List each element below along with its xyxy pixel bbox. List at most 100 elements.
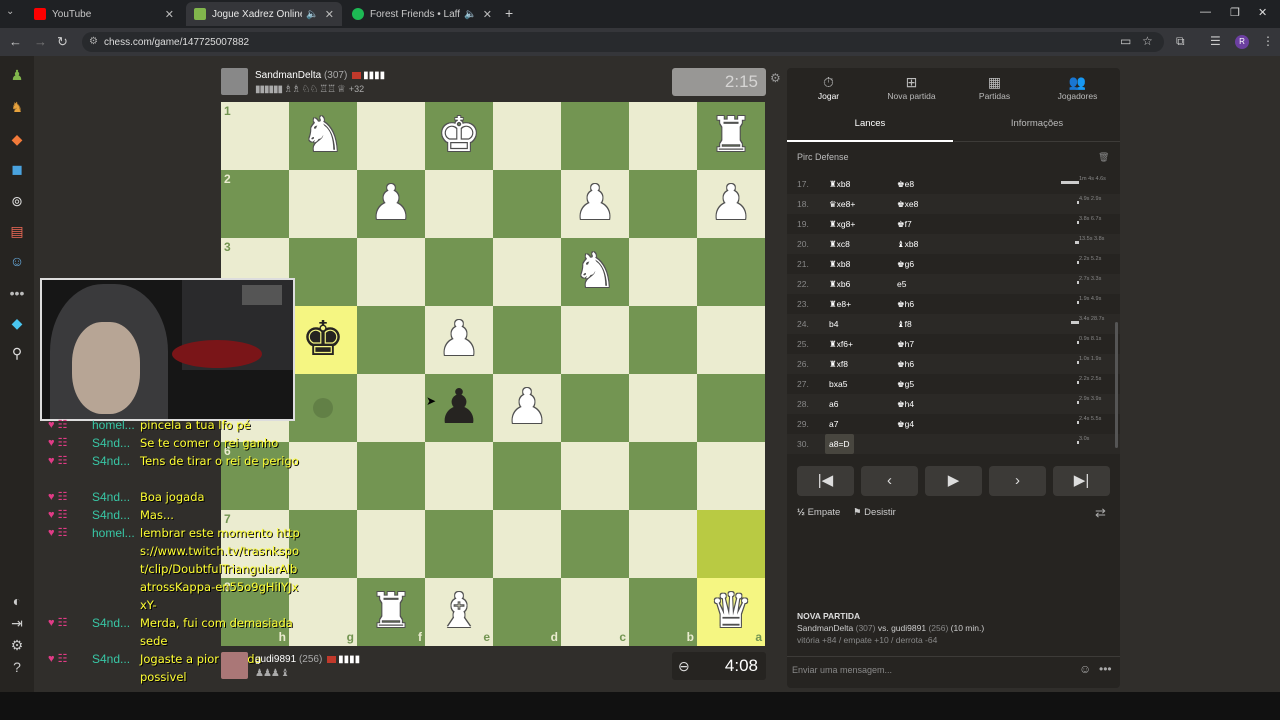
news-icon[interactable]: ▤	[8, 222, 26, 240]
player-name[interactable]: SandmanDelta (307) ▮▮▮▮	[255, 70, 385, 81]
white-move[interactable]: ♜xc8	[829, 234, 850, 254]
white-move[interactable]: ♜xb8	[829, 254, 850, 274]
move-list[interactable]: 17. ♜xb8 ♚e8 1m 4s 4.6s 18. ♛xe8+ ♚xe8 4.9s 2.9…	[787, 174, 1120, 456]
board-square[interactable]	[629, 442, 697, 510]
board-square[interactable]: ♟	[493, 374, 561, 442]
board-square[interactable]	[561, 306, 629, 374]
board-square[interactable]	[289, 238, 357, 306]
reload-button[interactable]: ↻	[57, 34, 68, 50]
black-move[interactable]: ♝f8	[897, 314, 912, 334]
white-pawn-piece[interactable]: ♟	[573, 177, 616, 230]
theme-toggle-icon[interactable]: ◐	[8, 592, 26, 610]
profile-avatar[interactable]: R	[1235, 35, 1249, 49]
draw-button[interactable]: ½ Empate	[797, 507, 840, 518]
black-move[interactable]: ♚g5	[897, 374, 914, 394]
white-pawn-piece[interactable]: ♟	[709, 177, 752, 230]
close-icon[interactable]: ✕	[483, 8, 492, 21]
white-rook-piece[interactable]: ♜	[369, 585, 412, 638]
puzzle-icon[interactable]: ♞	[8, 98, 26, 116]
board-square[interactable]: e ♝	[425, 578, 493, 646]
black-move[interactable]: ♚f7	[897, 214, 912, 234]
board-square[interactable]	[697, 442, 765, 510]
board-square[interactable]	[561, 102, 629, 170]
board-square[interactable]	[697, 374, 765, 442]
board-square[interactable]	[561, 374, 629, 442]
first-move-button[interactable]: |◀	[797, 466, 854, 496]
white-move[interactable]: b4	[829, 314, 838, 334]
board-square[interactable]	[493, 102, 561, 170]
board-square[interactable]	[493, 170, 561, 238]
nav-play[interactable]: ⏱ Jogar	[787, 68, 870, 106]
player-name[interactable]: gudi9891 (256) ▮▮▮▮	[255, 654, 360, 665]
chess-logo-icon[interactable]: ♟	[8, 66, 26, 84]
board-square[interactable]: ♜	[697, 102, 765, 170]
reading-list-icon[interactable]: ☰	[1210, 34, 1221, 48]
chess-board[interactable]: 1♞♚♜2♟♟♟3♞4♚♟5♟♟678hgf♜e♝dcba♛	[221, 102, 765, 646]
black-move[interactable]: ♚g6	[897, 254, 914, 274]
board-square[interactable]: f ♜	[357, 578, 425, 646]
window-close-button[interactable]: ✕	[1258, 6, 1267, 19]
emoji-icon[interactable]: ☺	[1079, 662, 1091, 676]
tab-search-icon[interactable]: ⌄	[6, 6, 14, 17]
board-square[interactable]	[357, 306, 425, 374]
board-square[interactable]	[425, 170, 493, 238]
white-move[interactable]: a7	[829, 414, 838, 434]
settings-gear-icon[interactable]: ⚙	[8, 636, 26, 654]
binoculars-icon[interactable]: ⊚	[8, 192, 26, 210]
new-tab-button[interactable]: +	[505, 5, 513, 21]
extensions-icon[interactable]: ⧉	[1176, 34, 1185, 49]
resign-button[interactable]: ⚑ Desistir	[853, 507, 896, 518]
back-button[interactable]: ←	[9, 34, 22, 49]
white-move[interactable]: ♜e8+	[829, 294, 851, 314]
previous-move-button[interactable]: ‹	[861, 466, 918, 496]
white-pawn-piece[interactable]: ♟	[505, 381, 548, 434]
board-square[interactable]	[357, 102, 425, 170]
black-move[interactable]: ♚h4	[897, 394, 914, 414]
speaker-icon[interactable]: 🔈	[306, 9, 318, 20]
board-square[interactable]	[629, 510, 697, 578]
board-square[interactable]: d	[493, 578, 561, 646]
site-info-icon[interactable]: ⚙	[89, 36, 98, 47]
close-icon[interactable]: ✕	[325, 8, 334, 21]
tab-youtube[interactable]: YouTube ✕	[26, 2, 182, 26]
board-square[interactable]: 2	[221, 170, 289, 238]
social-icon[interactable]: ☺	[8, 252, 26, 270]
white-knight-piece[interactable]: ♞	[301, 109, 344, 162]
board-square[interactable]: ♚	[425, 102, 493, 170]
tab-chess[interactable]: Jogue Xadrez Online de GRÁTIS 🔈 ✕	[186, 2, 342, 26]
board-square[interactable]: ♚	[289, 306, 357, 374]
white-move[interactable]: ♜xf6+	[829, 334, 853, 354]
board-square[interactable]: b	[629, 578, 697, 646]
black-move[interactable]: ♚h6	[897, 354, 914, 374]
board-square[interactable]	[357, 442, 425, 510]
board-square[interactable]	[357, 510, 425, 578]
play-button[interactable]: ▶	[925, 466, 982, 496]
close-icon[interactable]: ✕	[165, 8, 174, 21]
white-move[interactable]: a6	[829, 394, 838, 414]
restore-button[interactable]: ❐	[1230, 6, 1240, 19]
collapse-icon[interactable]: ⇥	[8, 614, 26, 632]
speaker-icon[interactable]: 🔈	[464, 9, 476, 20]
nav-new-game[interactable]: ⊞ Nova partida	[870, 68, 953, 106]
board-square[interactable]	[493, 238, 561, 306]
board-square[interactable]	[425, 510, 493, 578]
avatar[interactable]	[221, 652, 248, 679]
board-square[interactable]	[493, 306, 561, 374]
menu-kebab-icon[interactable]: ⋮	[1262, 34, 1274, 48]
bookmark-star-icon[interactable]: ☆	[1142, 34, 1153, 48]
white-move[interactable]: ♛xe8+	[829, 194, 855, 214]
board-square[interactable]	[697, 238, 765, 306]
board-square[interactable]	[357, 374, 425, 442]
board-square[interactable]	[629, 170, 697, 238]
white-pawn-piece[interactable]: ♟	[437, 313, 480, 366]
white-knight-piece[interactable]: ♞	[573, 245, 616, 298]
black-king-piece[interactable]: ♚	[301, 313, 344, 366]
board-square[interactable]: ♟	[561, 170, 629, 238]
board-square[interactable]	[493, 510, 561, 578]
board-square[interactable]	[697, 306, 765, 374]
learn-icon[interactable]: ◆	[8, 130, 26, 148]
board-square[interactable]	[493, 442, 561, 510]
move-list-scrollbar[interactable]	[1115, 322, 1118, 448]
white-king-piece[interactable]: ♚	[437, 109, 480, 162]
address-bar[interactable]: ⚙ chess.com/game/147725007882	[82, 32, 1164, 52]
